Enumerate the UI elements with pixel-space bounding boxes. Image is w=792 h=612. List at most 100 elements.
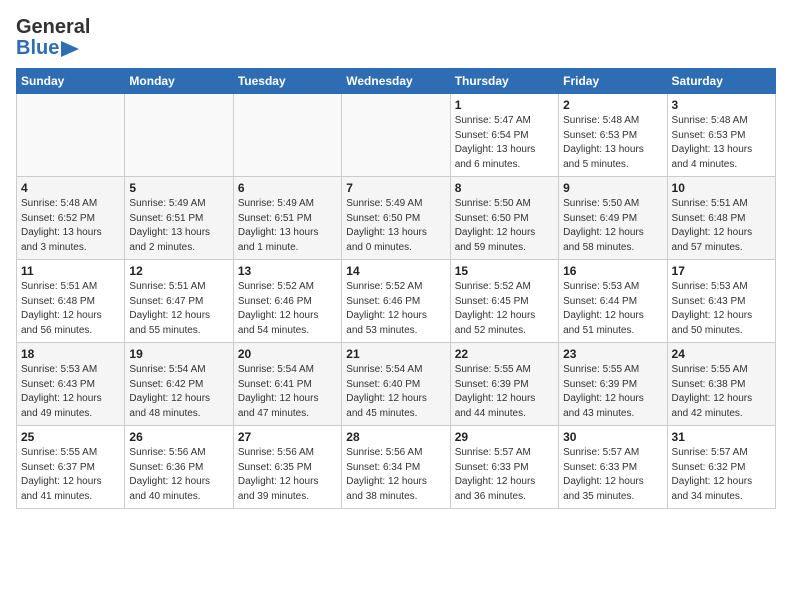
day-info: Sunrise: 5:52 AM Sunset: 6:46 PM Dayligh… [346, 280, 445, 338]
day-of-week-header: Wednesday [342, 69, 450, 94]
day-info: Sunrise: 5:50 AM Sunset: 6:50 PM Dayligh… [455, 197, 554, 255]
day-number: 15 [455, 264, 554, 278]
calendar-table: SundayMondayTuesdayWednesdayThursdayFrid… [16, 68, 776, 509]
calendar-cell: 27 Sunrise: 5:56 AM Sunset: 6:35 PM Dayli… [233, 426, 341, 509]
day-number: 9 [563, 181, 662, 195]
calendar-cell: 18 Sunrise: 5:53 AM Sunset: 6:43 PM Dayli… [17, 343, 125, 426]
day-number: 4 [21, 181, 120, 195]
logo: General Blue [16, 16, 90, 60]
day-info: Sunrise: 5:47 AM Sunset: 6:54 PM Dayligh… [455, 114, 554, 172]
calendar-cell: 28Sunrise: 5:56 AM Sunset: 6:34 PM Dayli… [342, 426, 450, 509]
day-number: 24 [672, 347, 771, 361]
calendar-cell: 15 Sunrise: 5:52 AM Sunset: 6:45 PM Dayli… [450, 260, 558, 343]
day-number: 22 [455, 347, 554, 361]
day-info: Sunrise: 5:48 AM Sunset: 6:52 PM Dayligh… [21, 197, 120, 255]
day-info: Sunrise: 5:51 AM Sunset: 6:47 PM Dayligh… [129, 280, 228, 338]
calendar-cell: 12 Sunrise: 5:51 AM Sunset: 6:47 PM Dayli… [125, 260, 233, 343]
day-info: Sunrise: 5:49 AM Sunset: 6:50 PM Dayligh… [346, 197, 445, 255]
calendar-cell: 9Sunrise: 5:50 AM Sunset: 6:49 PM Daylig… [559, 177, 667, 260]
day-number: 18 [21, 347, 120, 361]
day-number: 6 [238, 181, 337, 195]
calendar-cell: 17Sunrise: 5:53 AM Sunset: 6:43 PM Dayli… [667, 260, 775, 343]
calendar-cell: 22 Sunrise: 5:55 AM Sunset: 6:39 PM Dayli… [450, 343, 558, 426]
day-number: 11 [21, 264, 120, 278]
calendar-cell [233, 94, 341, 177]
calendar-week-row: 18 Sunrise: 5:53 AM Sunset: 6:43 PM Dayli… [17, 343, 776, 426]
calendar-cell: 1 Sunrise: 5:47 AM Sunset: 6:54 PM Daylig… [450, 94, 558, 177]
calendar-cell: 29 Sunrise: 5:57 AM Sunset: 6:33 PM Dayli… [450, 426, 558, 509]
day-number: 17 [672, 264, 771, 278]
day-info: Sunrise: 5:56 AM Sunset: 6:35 PM Dayligh… [238, 446, 337, 504]
calendar-cell: 23 Sunrise: 5:55 AM Sunset: 6:39 PM Dayli… [559, 343, 667, 426]
calendar-cell: 25 Sunrise: 5:55 AM Sunset: 6:37 PM Dayli… [17, 426, 125, 509]
calendar-week-row: 25 Sunrise: 5:55 AM Sunset: 6:37 PM Dayli… [17, 426, 776, 509]
day-info: Sunrise: 5:55 AM Sunset: 6:39 PM Dayligh… [563, 363, 662, 421]
calendar-week-row: 1 Sunrise: 5:47 AM Sunset: 6:54 PM Daylig… [17, 94, 776, 177]
day-number: 12 [129, 264, 228, 278]
day-number: 25 [21, 430, 120, 444]
day-info: Sunrise: 5:51 AM Sunset: 6:48 PM Dayligh… [672, 197, 771, 255]
calendar-cell: 24 Sunrise: 5:55 AM Sunset: 6:38 PM Dayli… [667, 343, 775, 426]
calendar-cell: 10Sunrise: 5:51 AM Sunset: 6:48 PM Dayli… [667, 177, 775, 260]
day-info: Sunrise: 5:51 AM Sunset: 6:48 PM Dayligh… [21, 280, 120, 338]
calendar-cell: 14 Sunrise: 5:52 AM Sunset: 6:46 PM Dayli… [342, 260, 450, 343]
day-number: 8 [455, 181, 554, 195]
calendar-cell: 3 Sunrise: 5:48 AM Sunset: 6:53 PM Daylig… [667, 94, 775, 177]
day-number: 5 [129, 181, 228, 195]
day-info: Sunrise: 5:52 AM Sunset: 6:45 PM Dayligh… [455, 280, 554, 338]
day-number: 31 [672, 430, 771, 444]
day-info: Sunrise: 5:55 AM Sunset: 6:38 PM Dayligh… [672, 363, 771, 421]
page-header: General Blue [16, 16, 776, 60]
day-info: Sunrise: 5:57 AM Sunset: 6:32 PM Dayligh… [672, 446, 771, 504]
day-number: 30 [563, 430, 662, 444]
day-of-week-header: Monday [125, 69, 233, 94]
calendar-cell [17, 94, 125, 177]
day-number: 20 [238, 347, 337, 361]
calendar-cell: 6Sunrise: 5:49 AM Sunset: 6:51 PM Daylig… [233, 177, 341, 260]
day-number: 1 [455, 98, 554, 112]
calendar-cell: 8 Sunrise: 5:50 AM Sunset: 6:50 PM Daylig… [450, 177, 558, 260]
day-info: Sunrise: 5:48 AM Sunset: 6:53 PM Dayligh… [672, 114, 771, 172]
calendar-cell: 31 Sunrise: 5:57 AM Sunset: 6:32 PM Dayli… [667, 426, 775, 509]
calendar-cell: 11 Sunrise: 5:51 AM Sunset: 6:48 PM Dayli… [17, 260, 125, 343]
day-info: Sunrise: 5:54 AM Sunset: 6:41 PM Dayligh… [238, 363, 337, 421]
calendar-cell: 2Sunrise: 5:48 AM Sunset: 6:53 PM Daylig… [559, 94, 667, 177]
calendar-cell: 21Sunrise: 5:54 AM Sunset: 6:40 PM Dayli… [342, 343, 450, 426]
calendar-cell: 30 Sunrise: 5:57 AM Sunset: 6:33 PM Dayli… [559, 426, 667, 509]
calendar-header-row: SundayMondayTuesdayWednesdayThursdayFrid… [17, 69, 776, 94]
day-number: 29 [455, 430, 554, 444]
calendar-cell: 20 Sunrise: 5:54 AM Sunset: 6:41 PM Dayli… [233, 343, 341, 426]
day-info: Sunrise: 5:56 AM Sunset: 6:34 PM Dayligh… [346, 446, 445, 504]
day-number: 27 [238, 430, 337, 444]
calendar-week-row: 11 Sunrise: 5:51 AM Sunset: 6:48 PM Dayli… [17, 260, 776, 343]
day-number: 3 [672, 98, 771, 112]
day-of-week-header: Sunday [17, 69, 125, 94]
day-number: 13 [238, 264, 337, 278]
calendar-cell [342, 94, 450, 177]
calendar-cell: 26Sunrise: 5:56 AM Sunset: 6:36 PM Dayli… [125, 426, 233, 509]
logo-text: General Blue [16, 16, 90, 60]
day-number: 23 [563, 347, 662, 361]
day-of-week-header: Tuesday [233, 69, 341, 94]
day-info: Sunrise: 5:57 AM Sunset: 6:33 PM Dayligh… [455, 446, 554, 504]
calendar-cell: 5 Sunrise: 5:49 AM Sunset: 6:51 PM Daylig… [125, 177, 233, 260]
day-info: Sunrise: 5:53 AM Sunset: 6:44 PM Dayligh… [563, 280, 662, 338]
day-number: 14 [346, 264, 445, 278]
day-info: Sunrise: 5:55 AM Sunset: 6:37 PM Dayligh… [21, 446, 120, 504]
day-number: 26 [129, 430, 228, 444]
day-of-week-header: Friday [559, 69, 667, 94]
day-info: Sunrise: 5:49 AM Sunset: 6:51 PM Dayligh… [129, 197, 228, 255]
day-of-week-header: Thursday [450, 69, 558, 94]
day-info: Sunrise: 5:57 AM Sunset: 6:33 PM Dayligh… [563, 446, 662, 504]
day-info: Sunrise: 5:55 AM Sunset: 6:39 PM Dayligh… [455, 363, 554, 421]
day-info: Sunrise: 5:52 AM Sunset: 6:46 PM Dayligh… [238, 280, 337, 338]
day-info: Sunrise: 5:53 AM Sunset: 6:43 PM Dayligh… [21, 363, 120, 421]
logo-arrow-icon [61, 41, 79, 57]
calendar-week-row: 4 Sunrise: 5:48 AM Sunset: 6:52 PM Daylig… [17, 177, 776, 260]
calendar-cell [125, 94, 233, 177]
day-number: 7 [346, 181, 445, 195]
day-info: Sunrise: 5:54 AM Sunset: 6:40 PM Dayligh… [346, 363, 445, 421]
day-info: Sunrise: 5:54 AM Sunset: 6:42 PM Dayligh… [129, 363, 228, 421]
day-number: 19 [129, 347, 228, 361]
calendar-cell: 16Sunrise: 5:53 AM Sunset: 6:44 PM Dayli… [559, 260, 667, 343]
